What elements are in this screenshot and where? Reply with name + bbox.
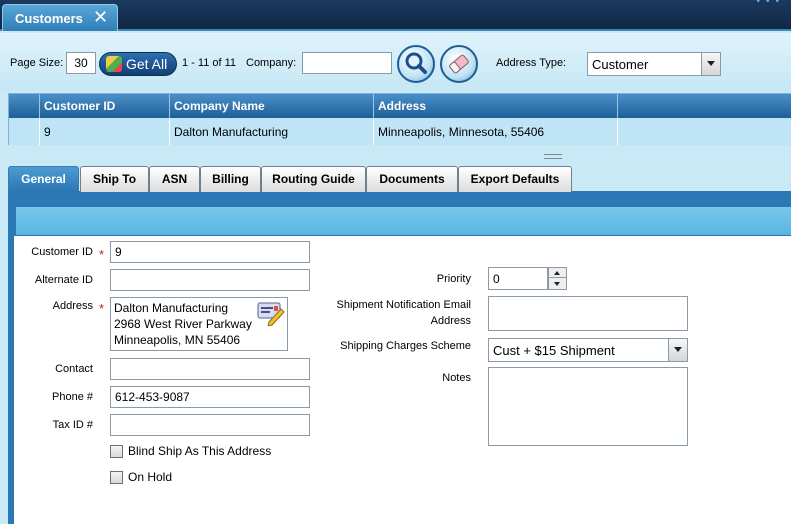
customer-grid: Customer ID Company Name Address 9 Dalto… (8, 93, 791, 145)
title-bar: Customers ✕ ••• (0, 0, 791, 31)
customer-id-field[interactable] (110, 241, 310, 263)
search-icon (405, 52, 427, 74)
cell-address: Minneapolis, Minnesota, 55406 (373, 118, 617, 145)
get-all-label: Get All (126, 56, 168, 72)
record-range: 1 - 11 of 11 (182, 57, 237, 69)
column-header-customer-id[interactable]: Customer ID (39, 94, 169, 118)
tab-customers-label: Customers (15, 11, 83, 26)
tab-customers[interactable]: Customers ✕ (2, 4, 118, 31)
required-marker: * (99, 247, 105, 262)
required-marker: * (99, 301, 105, 316)
on-hold-checkbox[interactable] (110, 471, 123, 484)
row-selector[interactable] (9, 118, 39, 145)
search-button[interactable] (397, 45, 435, 83)
company-search-input[interactable] (302, 52, 392, 74)
phone-label: Phone # (52, 391, 93, 403)
close-icon[interactable]: ✕ (93, 8, 108, 26)
get-all-button[interactable]: Get All (99, 52, 177, 76)
chevron-down-icon[interactable] (701, 53, 720, 75)
page-size-input[interactable] (66, 52, 96, 74)
cell-company-name: Dalton Manufacturing (169, 118, 373, 145)
tab-documents[interactable]: Documents (366, 166, 458, 192)
blind-ship-checkbox[interactable] (110, 445, 123, 458)
cell-filler (617, 118, 791, 145)
address-line-3: Minneapolis, MN 55406 (114, 333, 241, 347)
chevron-up-icon[interactable] (549, 268, 566, 278)
alternate-id-label: Alternate ID (34, 274, 93, 286)
tab-asn[interactable]: ASN (149, 166, 200, 192)
chevron-down-icon[interactable] (668, 339, 687, 361)
overflow-dots-icon: ••• (756, 0, 785, 7)
blind-ship-label: Blind Ship As This Address (128, 444, 272, 458)
resize-handle[interactable] (544, 154, 562, 159)
customer-id-label: Customer ID (31, 246, 93, 258)
tab-billing[interactable]: Billing (200, 166, 261, 192)
column-header-filler (617, 94, 791, 118)
shipment-email-label: Shipment Notification Email (336, 299, 471, 311)
tax-id-field[interactable] (110, 414, 310, 436)
tax-id-label: Tax ID # (52, 419, 93, 431)
phone-field[interactable] (110, 386, 310, 408)
address-type-value: Customer (592, 57, 649, 72)
shipping-charges-label: Shipping Charges Scheme (340, 340, 471, 352)
column-header-address[interactable]: Address (373, 94, 617, 118)
grid-header: Customer ID Company Name Address (9, 94, 791, 118)
get-all-icon (106, 56, 122, 72)
eraser-icon (449, 54, 469, 74)
tab-routing-guide[interactable]: Routing Guide (261, 166, 366, 192)
notes-field[interactable] (488, 367, 688, 446)
alternate-id-field[interactable] (110, 269, 310, 291)
shipping-charges-select[interactable]: Cust + $15 Shipment (488, 338, 688, 362)
priority-label: Priority (436, 273, 471, 285)
address-box[interactable]: Dalton Manufacturing 2968 West River Par… (110, 297, 288, 351)
priority-stepper[interactable] (548, 267, 567, 290)
shipping-charges-value: Cust + $15 Shipment (493, 343, 615, 358)
clear-button[interactable] (440, 45, 478, 83)
address-type-select[interactable]: Customer (587, 52, 721, 76)
address-type-label: Address Type: (496, 57, 567, 69)
company-label: Company: (246, 57, 297, 69)
shipment-email-field[interactable] (488, 296, 688, 331)
panel-header (16, 207, 791, 235)
cell-customer-id: 9 (39, 118, 169, 145)
on-hold-label: On Hold (128, 470, 173, 484)
contact-field[interactable] (110, 358, 310, 380)
tab-export-defaults[interactable]: Export Defaults (458, 166, 572, 192)
tab-ship-to[interactable]: Ship To (80, 166, 149, 192)
edit-address-icon[interactable] (257, 300, 285, 326)
page-size-label: Page Size: (10, 57, 64, 69)
table-row[interactable]: 9 Dalton Manufacturing Minneapolis, Minn… (9, 118, 791, 145)
chevron-down-icon[interactable] (549, 279, 566, 289)
tab-general[interactable]: General (8, 166, 79, 193)
priority-field[interactable] (488, 267, 548, 290)
grid-header-selector (9, 94, 39, 118)
column-header-company-name[interactable]: Company Name (169, 94, 373, 118)
contact-label: Contact (55, 363, 93, 375)
notes-label: Notes (442, 372, 471, 384)
shipment-email-label-2: Address (430, 315, 471, 327)
address-label: Address (52, 300, 93, 312)
